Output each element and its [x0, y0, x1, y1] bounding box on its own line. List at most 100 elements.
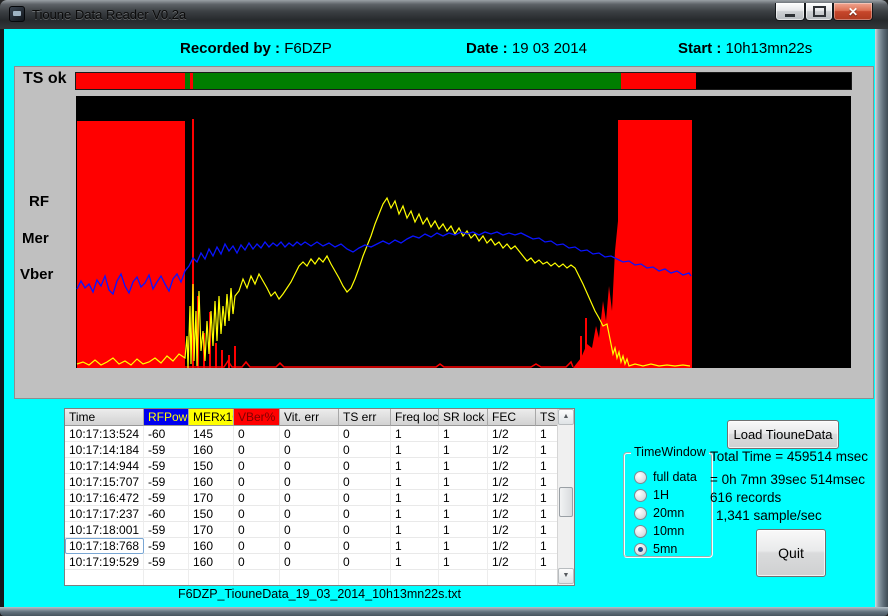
table-cell[interactable]: 1 — [439, 522, 488, 538]
table-cell[interactable]: 1 — [439, 538, 488, 554]
column-header-sr-lock[interactable]: SR lock — [439, 409, 488, 426]
table-cell[interactable]: 0 — [234, 506, 280, 522]
table-cell[interactable]: 0 — [234, 458, 280, 474]
column-header-rfpower[interactable]: RFPower — [144, 409, 189, 426]
table-cell[interactable]: 1/2 — [488, 458, 536, 474]
table-cell[interactable]: 1/2 — [488, 522, 536, 538]
radio-option-full-data[interactable]: full data — [634, 469, 697, 485]
table-row[interactable]: 10:17:19:529-59160000111/21 — [65, 554, 574, 570]
table-cell[interactable]: 1 — [536, 474, 559, 490]
table-cell[interactable]: 1 — [391, 554, 439, 570]
table-row[interactable]: 10:17:18:768-59160000111/21 — [65, 538, 574, 554]
table-cell[interactable]: 0 — [280, 554, 339, 570]
table-cell[interactable]: -60 — [144, 426, 189, 442]
table-cell[interactable]: 145 — [189, 426, 234, 442]
table-cell[interactable]: 1 — [536, 554, 559, 570]
table-cell[interactable]: -59 — [144, 442, 189, 458]
table-cell[interactable]: 0 — [339, 426, 391, 442]
table-cell[interactable]: 1 — [439, 506, 488, 522]
table-cell[interactable]: 150 — [189, 458, 234, 474]
table-cell[interactable]: 1 — [391, 506, 439, 522]
column-header-merx10[interactable]: MERx10 — [189, 409, 234, 426]
table-cell[interactable]: 1 — [536, 426, 559, 442]
table-cell[interactable]: 1 — [536, 490, 559, 506]
table-cell[interactable]: 160 — [189, 554, 234, 570]
radio-icon[interactable] — [634, 507, 647, 520]
table-cell[interactable]: 1/2 — [488, 442, 536, 458]
table-cell[interactable]: 0 — [234, 538, 280, 554]
table-cell[interactable]: 0 — [280, 442, 339, 458]
table-cell[interactable]: 0 — [234, 442, 280, 458]
table-cell[interactable]: 1 — [536, 538, 559, 554]
scroll-down-button[interactable]: ▼ — [558, 568, 574, 584]
table-cell[interactable]: 1 — [536, 458, 559, 474]
table-cell[interactable]: 0 — [280, 538, 339, 554]
table-cell[interactable]: 0 — [339, 458, 391, 474]
table-cell[interactable]: 0 — [339, 474, 391, 490]
table-cell[interactable]: 0 — [280, 458, 339, 474]
table-cell[interactable]: -59 — [144, 490, 189, 506]
table-cell[interactable]: 1 — [439, 426, 488, 442]
close-button[interactable]: ✕ — [833, 3, 873, 21]
table-cell[interactable]: 10:17:16:472 — [65, 490, 144, 506]
minimize-button[interactable] — [775, 3, 805, 21]
table-cell[interactable]: 1 — [439, 442, 488, 458]
table-cell[interactable]: 1 — [391, 426, 439, 442]
table-cell[interactable]: 0 — [234, 522, 280, 538]
table-cell[interactable]: 0 — [339, 538, 391, 554]
table-cell[interactable]: 1 — [536, 522, 559, 538]
table-cell[interactable]: 170 — [189, 490, 234, 506]
table-cell[interactable]: 0 — [339, 490, 391, 506]
radio-option-20mn[interactable]: 20mn — [634, 505, 684, 521]
radio-selected-icon[interactable] — [634, 543, 647, 556]
column-header-vit-err[interactable]: Vit. err — [280, 409, 339, 426]
table-cell[interactable]: 0 — [280, 522, 339, 538]
table-cell[interactable]: 1/2 — [488, 554, 536, 570]
scroll-thumb[interactable] — [559, 487, 573, 517]
table-cell[interactable]: 1 — [439, 474, 488, 490]
table-cell[interactable]: -59 — [144, 554, 189, 570]
table-cell[interactable]: 0 — [280, 506, 339, 522]
table-cell[interactable]: 0 — [234, 426, 280, 442]
table-row[interactable]: 10:17:14:944-59150000111/21 — [65, 458, 574, 474]
table-cell[interactable]: 1 — [391, 474, 439, 490]
table-cell[interactable]: 1 — [391, 538, 439, 554]
radio-icon[interactable] — [634, 525, 647, 538]
quit-button[interactable]: Quit — [756, 529, 826, 577]
table-cell[interactable]: 0 — [280, 474, 339, 490]
table-cell[interactable]: 10:17:14:184 — [65, 442, 144, 458]
radio-icon[interactable] — [634, 471, 647, 484]
table-cell[interactable]: 0 — [234, 490, 280, 506]
table-row[interactable]: 10:17:17:237-60150000111/21 — [65, 506, 574, 522]
table-cell[interactable]: 0 — [234, 554, 280, 570]
table-cell[interactable]: -59 — [144, 538, 189, 554]
table-cell[interactable]: -59 — [144, 522, 189, 538]
column-header-time[interactable]: Time — [65, 409, 144, 426]
table-cell[interactable]: 10:17:18:768 — [65, 538, 144, 554]
table-cell[interactable]: 1/2 — [488, 490, 536, 506]
table-vscrollbar[interactable]: ▲ ▼ — [557, 409, 574, 585]
column-header-fec[interactable]: FEC — [488, 409, 536, 426]
column-header-freq-lock[interactable]: Freq lock — [391, 409, 439, 426]
table-row[interactable]: 10:17:13:524-60145000111/21 — [65, 426, 574, 442]
table-cell[interactable]: 170 — [189, 522, 234, 538]
table-cell[interactable]: 0 — [339, 522, 391, 538]
table-cell[interactable]: 150 — [189, 506, 234, 522]
table-cell[interactable]: 1/2 — [488, 426, 536, 442]
table-cell[interactable]: 10:17:18:001 — [65, 522, 144, 538]
table-row[interactable]: 10:17:15:707-59160000111/21 — [65, 474, 574, 490]
table-cell[interactable]: 160 — [189, 474, 234, 490]
table-cell[interactable]: 0 — [339, 442, 391, 458]
table-cell[interactable]: -60 — [144, 506, 189, 522]
load-tiounedata-button[interactable]: Load TiouneData — [727, 420, 839, 449]
radio-option-10mn[interactable]: 10mn — [634, 523, 684, 539]
table-cell[interactable]: 1/2 — [488, 506, 536, 522]
table-cell[interactable]: 0 — [339, 506, 391, 522]
table-cell[interactable]: 1 — [439, 490, 488, 506]
table-cell[interactable]: 1 — [391, 458, 439, 474]
table-cell[interactable]: 0 — [339, 554, 391, 570]
maximize-button[interactable] — [805, 3, 833, 21]
table-row[interactable]: 10:17:14:184-59160000111/21 — [65, 442, 574, 458]
radio-option-1h[interactable]: 1H — [634, 487, 669, 503]
table-cell[interactable]: 10:17:17:237 — [65, 506, 144, 522]
